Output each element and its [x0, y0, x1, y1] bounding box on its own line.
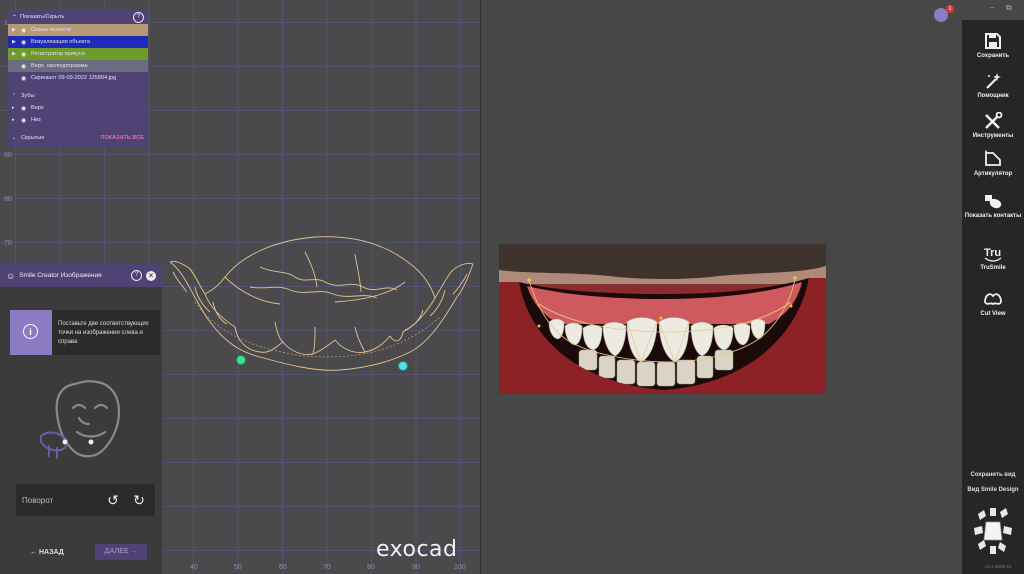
rotate-left-icon[interactable]: ↺ — [103, 490, 123, 510]
visibility-panel-header[interactable]: ⌃ Показать/Скрыть ? — [8, 10, 148, 24]
help-icon[interactable]: ? — [131, 270, 142, 281]
version-label: v3.1-8296 64 — [985, 564, 1012, 569]
magic-wand-icon — [986, 73, 1001, 89]
landmark-point-right — [398, 361, 408, 371]
visibility-item-object-visualization[interactable]: ▶ ◉ Визуализация объекта — [8, 36, 148, 48]
smile-face-icon: ☺ — [6, 270, 16, 281]
expand-arrow-icon[interactable]: ▶ — [12, 39, 18, 45]
y-tick: 80 — [4, 196, 12, 203]
x-tick: 50 — [234, 564, 242, 571]
teeth-section-header[interactable]: ⌃ Зубы — [8, 90, 148, 102]
y-tick: 70 — [4, 240, 12, 247]
hidden-section-header[interactable]: ⌄ Скрытые ПОКАЗАТЬ ВСЕ — [8, 132, 148, 144]
trusmile-icon: Tru — [984, 247, 1002, 262]
x-tick: 60 — [279, 564, 287, 571]
x-tick: 80 — [367, 564, 375, 571]
hidden-section-label: Скрытые — [21, 135, 45, 141]
instruction-text: Поставьте две соответствующих точки на и… — [58, 321, 149, 345]
visibility-item-label: Визуализация объекта — [31, 39, 91, 45]
rotate-right-icon[interactable]: ↻ — [129, 490, 149, 510]
chevron-up-icon[interactable]: ⌃ — [12, 14, 20, 21]
smile-creator-title: Smile Creator Изображения — [19, 272, 102, 279]
visibility-item-screenshot[interactable]: ◉ Скриншот 09-09-2022 125804.jpg — [8, 72, 148, 84]
face-illustration — [40, 380, 121, 459]
chevron-down-icon[interactable]: ⌄ — [12, 135, 18, 141]
save-button[interactable]: Сохранить — [962, 32, 1024, 60]
trusmile-button[interactable]: Tru TruSmile — [962, 244, 1024, 272]
expand-arrow-icon[interactable]: ▸ — [12, 117, 18, 123]
rotation-control: Поворот ↺ ↻ — [16, 484, 155, 516]
visibility-item-label: Сканы челюсти — [31, 27, 72, 33]
expand-arrow-icon[interactable]: ▶ — [12, 27, 18, 33]
articulator-icon — [985, 150, 1001, 166]
cut-view-icon — [984, 293, 1002, 306]
notification-badge: 1 — [946, 5, 954, 13]
teeth-section-label: Зубы — [21, 93, 35, 99]
cut-view-button[interactable]: Cut View — [962, 290, 1024, 318]
eye-icon[interactable]: ◉ — [21, 75, 28, 82]
smile-creator-panel: ☺ Smile Creator Изображения ? × i Постав… — [0, 264, 162, 574]
x-tick: 70 — [323, 564, 331, 571]
smile-creator-header: ☺ Smile Creator Изображения ? × — [0, 264, 162, 287]
x-tick: 40 — [190, 564, 198, 571]
svg-text:Tru: Tru — [984, 247, 1001, 259]
landmark-point-left — [236, 355, 246, 365]
next-button[interactable]: ДАЛЕЕ → — [95, 544, 147, 560]
expand-arrow-icon[interactable]: ▸ — [12, 105, 18, 111]
instruction-box: i Поставьте две соответствующих точки на… — [10, 310, 160, 355]
x-tick: 90 — [412, 564, 420, 571]
back-button[interactable]: ← НАЗАД — [30, 549, 64, 556]
info-icon: i — [23, 324, 38, 339]
arrow-left-icon: ← — [30, 548, 39, 556]
visibility-panel: ⌃ Показать/Скрыть ? ▶ ◉ Сканы челюсти ▶ … — [8, 10, 148, 148]
expand-arrow-icon[interactable]: ▶ — [12, 51, 18, 57]
save-view-button[interactable]: Сохранить вид — [962, 472, 1024, 478]
visibility-item-jaw-scans[interactable]: ▶ ◉ Сканы челюсти — [8, 24, 148, 36]
teeth-item-label: Верх — [31, 105, 44, 111]
x-tick: 100 — [454, 564, 466, 571]
teeth-item-label: Низ — [31, 117, 41, 123]
restore-icon[interactable]: ⧉ — [1006, 3, 1012, 13]
right-toolbar: Сохранить Помощник Инструменты Артикулят… — [962, 20, 1024, 574]
eye-icon[interactable]: ◉ — [21, 63, 28, 70]
chevron-up-icon[interactable]: ⌃ — [12, 93, 18, 99]
save-icon — [985, 33, 1001, 49]
contacts-icon — [985, 195, 1002, 209]
y-tick: 90 — [4, 152, 12, 159]
articulator-button[interactable]: Артикулятор — [962, 150, 1024, 178]
tools-icon — [985, 112, 1003, 129]
minimize-icon[interactable]: – — [990, 3, 994, 12]
help-icon[interactable]: ? — [133, 11, 144, 23]
teeth-item-upper[interactable]: ▸ ◉ Верх — [8, 102, 148, 114]
visibility-item-label: Скриншот 09-09-2022 125804.jpg — [31, 75, 117, 81]
smile-design-view-button[interactable]: Вид Smile Design — [962, 487, 1024, 493]
show-all-button[interactable]: ПОКАЗАТЬ ВСЕ — [100, 135, 144, 141]
rotation-label: Поворот — [22, 495, 54, 505]
wizard-navigation: ← НАЗАД ДАЛЕЕ → — [0, 543, 162, 561]
teeth-item-lower[interactable]: ▸ ◉ Низ — [8, 114, 148, 126]
eye-icon[interactable]: ◉ — [21, 105, 28, 112]
eye-icon[interactable]: ◉ — [21, 39, 28, 46]
smile-photo[interactable] — [499, 244, 826, 394]
visibility-item-occlusogram[interactable]: ◉ Верх. окклюдограмма — [8, 60, 148, 72]
eye-icon[interactable]: ◉ — [21, 51, 28, 58]
visibility-panel-title: Показать/Скрыть — [20, 14, 65, 20]
visibility-item-label: Регистратор прикуса — [31, 51, 85, 57]
exocad-logo: exocad — [376, 537, 458, 562]
eye-icon[interactable]: ◉ — [21, 27, 28, 34]
show-contacts-button[interactable]: Показать контакты — [962, 192, 1024, 220]
arrow-right-icon: → — [128, 548, 138, 555]
jaw-scan-model[interactable] — [165, 232, 480, 382]
visibility-item-bite-registration[interactable]: ▶ ◉ Регистратор прикуса — [8, 48, 148, 60]
visibility-item-label: Верх. окклюдограмма — [31, 63, 88, 69]
assistant-button[interactable]: Помощник — [962, 72, 1024, 100]
view-navigation-cube-icon[interactable] — [970, 506, 1016, 558]
eye-icon[interactable]: ◉ — [21, 117, 28, 124]
close-icon[interactable]: × — [146, 270, 156, 281]
tools-button[interactable]: Инструменты — [962, 112, 1024, 140]
